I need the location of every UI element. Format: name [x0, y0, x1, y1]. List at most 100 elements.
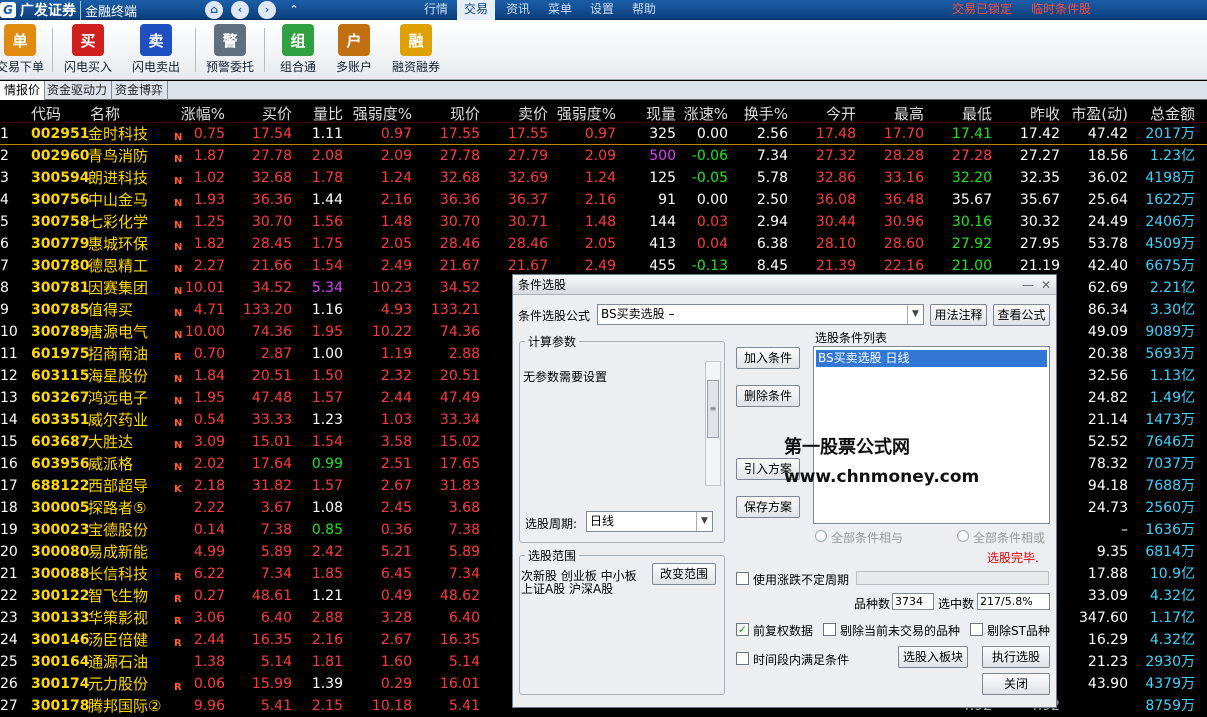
formula-select[interactable]: BS买卖选股 – ▼ — [597, 304, 924, 325]
save-scheme-button[interactable]: 保存方案 — [736, 496, 800, 518]
exclude-st-checkbox[interactable] — [970, 623, 983, 636]
params-scrollbar[interactable]: ≡ — [705, 361, 721, 486]
fq-data-checkbox[interactable]: ✓ — [736, 623, 749, 636]
close-dialog-button[interactable]: 关闭 — [982, 673, 1050, 695]
table-cell: 13 — [0, 390, 18, 406]
toolbar-item-3[interactable]: 警预警委托 — [200, 24, 260, 75]
minimize-icon[interactable]: — — [1020, 277, 1036, 293]
toolbar-separator — [52, 28, 53, 72]
condition-list-item[interactable]: BS买卖选股 日线 — [816, 350, 1047, 367]
table-cell: 2.02 — [193, 456, 225, 472]
table-cell: 1.38 — [193, 654, 225, 670]
table-cell: 4509万 — [1145, 236, 1195, 252]
toolbar-label: 闪电买入 — [63, 60, 112, 74]
column-header-12[interactable]: 今开 — [826, 103, 856, 124]
table-row[interactable]: 6 300779 惠城环保 N 1.82 28.45 1.75 2.05 28.46 28.46 2… — [0, 233, 1207, 255]
column-header-17[interactable]: 总金额 — [1150, 103, 1195, 124]
table-cell: 2.51 — [380, 456, 412, 472]
table-cell: 2.44 — [380, 390, 412, 406]
period-satisfy-checkbox[interactable] — [736, 652, 749, 665]
column-header-15[interactable]: 昨收 — [1030, 103, 1060, 124]
execute-select-button[interactable]: 执行选股 — [982, 646, 1050, 668]
toolbar-item-2[interactable]: 卖闪电卖出 — [126, 24, 186, 75]
column-header-0[interactable]: 代码 — [31, 103, 61, 124]
column-header-16[interactable]: 市盈(动) — [1071, 103, 1128, 124]
column-header-13[interactable]: 最高 — [894, 103, 924, 124]
toolbar-item-5[interactable]: 户多账户 — [324, 24, 384, 75]
table-row[interactable]: 4 300756 中山金马 N 1.93 36.36 1.44 2.16 36.36 36.37 2… — [0, 189, 1207, 211]
table-cell: 1.02 — [193, 170, 225, 186]
menu-3[interactable]: 菜单 — [541, 0, 579, 20]
table-cell: 5.78 — [756, 170, 788, 186]
menu-0[interactable]: 行情 — [417, 0, 455, 20]
table-cell: 74.36 — [251, 324, 292, 340]
column-header-9[interactable]: 现量 — [646, 103, 676, 124]
column-header-6[interactable]: 现价 — [450, 103, 480, 124]
table-row[interactable]: 2 002960 青鸟消防 N 1.87 27.78 2.08 2.09 27.78 27.79 2… — [0, 145, 1207, 167]
menu-5[interactable]: 帮助 — [625, 0, 663, 20]
table-cell: 27 — [0, 698, 18, 714]
sub-tab-1[interactable]: 资金驱动力 — [43, 81, 113, 100]
column-header-3[interactable]: 买价 — [262, 103, 292, 124]
period-select[interactable]: 日线 ▼ — [586, 511, 713, 532]
scroll-thumb[interactable]: ≡ — [707, 380, 719, 438]
home-icon[interactable]: ⌂ — [205, 1, 223, 19]
table-cell: 2930万 — [1145, 654, 1195, 670]
add-to-block-button[interactable]: 选股入板块 — [898, 646, 968, 668]
condition-select-dialog: 条件选股 — ✕ 条件选股公式 BS买卖选股 – ▼ 用法注释 查看公式 计算参… — [512, 274, 1057, 708]
table-cell: 6.45 — [380, 566, 412, 582]
change-scope-button[interactable]: 改变范围 — [652, 563, 716, 585]
column-header-4[interactable]: 量比 — [313, 103, 343, 124]
trade-locked-link[interactable]: 交易已锁定 — [952, 0, 1012, 20]
close-icon[interactable]: ✕ — [1038, 277, 1054, 293]
table-row[interactable]: 1 002951 金时科技 N 0.75 17.54 1.11 0.97 17.55 17.55 0… — [0, 123, 1207, 145]
menu-2[interactable]: 资讯 — [499, 0, 537, 20]
table-cell: 4.93 — [380, 302, 412, 318]
radio-all-or[interactable] — [957, 530, 969, 542]
column-header-11[interactable]: 换手% — [744, 103, 788, 124]
back-icon[interactable]: ‹ — [231, 1, 249, 19]
brand-name: 广发证券 — [20, 3, 76, 19]
table-cell: 7646万 — [1145, 434, 1195, 450]
column-header-8[interactable]: 强弱度% — [557, 103, 616, 124]
sub-tab-0[interactable]: 情报价 — [0, 81, 46, 100]
toolbar-item-0[interactable]: 单交易下单 — [0, 24, 50, 75]
forward-icon[interactable]: › — [258, 1, 276, 19]
toolbar-item-4[interactable]: 组组合通 — [268, 24, 328, 75]
toolbar-item-6[interactable]: 融融资融券 — [386, 24, 446, 75]
uncertain-cycle-checkbox[interactable] — [736, 572, 749, 585]
column-header-1[interactable]: 名称 — [90, 103, 120, 124]
column-header-7[interactable]: 卖价 — [518, 103, 548, 124]
table-row[interactable]: 3 300594 朗进科技 N 1.02 32.68 1.78 1.24 32.68 32.69 1… — [0, 167, 1207, 189]
radio-all-and[interactable] — [815, 530, 827, 542]
stock-name: 通源石油 — [88, 653, 149, 671]
menu-1[interactable]: 交易 — [457, 0, 496, 20]
table-cell: 17 — [0, 478, 18, 494]
stock-name: 智飞生物 — [88, 587, 149, 605]
stock-code: 688122 — [31, 478, 90, 494]
column-header-2[interactable]: 涨幅% — [181, 103, 225, 124]
table-cell: 0.29 — [380, 676, 412, 692]
sub-tab-2[interactable]: 资金博弈 — [111, 81, 169, 100]
condition-list-title: 选股条件列表 — [815, 331, 888, 345]
delete-condition-button[interactable]: 删除条件 — [736, 385, 800, 407]
column-header-5[interactable]: 强弱度% — [353, 103, 412, 124]
toolbar-item-1[interactable]: 买闪电买入 — [58, 24, 118, 75]
table-cell: 133.21 — [431, 302, 480, 318]
stock-code: 300785 — [31, 302, 90, 318]
collapse-icon[interactable]: ⌃ — [285, 1, 303, 19]
column-header-10[interactable]: 涨速% — [684, 103, 728, 124]
table-cell: 0.36 — [380, 522, 412, 538]
menu-4[interactable]: 设置 — [583, 0, 621, 20]
temp-condition-link[interactable]: 临时条件股 — [1031, 0, 1091, 20]
table-row[interactable]: 5 300758 七彩化学 N 1.25 30.70 1.56 1.48 30.70 30.71 1… — [0, 211, 1207, 233]
column-header-14[interactable]: 最低 — [962, 103, 992, 124]
toolbar-label: 融资融券 — [391, 60, 440, 74]
usage-notes-button[interactable]: 用法注释 — [930, 304, 987, 326]
add-condition-button[interactable]: 加入条件 — [736, 347, 800, 369]
exclude-untraded-checkbox[interactable] — [823, 623, 836, 636]
view-formula-button[interactable]: 查看公式 — [993, 304, 1050, 326]
table-cell: 33.34 — [439, 412, 480, 428]
table-cell: 0.00 — [696, 126, 728, 142]
stock-name: 华策影视 — [88, 609, 149, 627]
